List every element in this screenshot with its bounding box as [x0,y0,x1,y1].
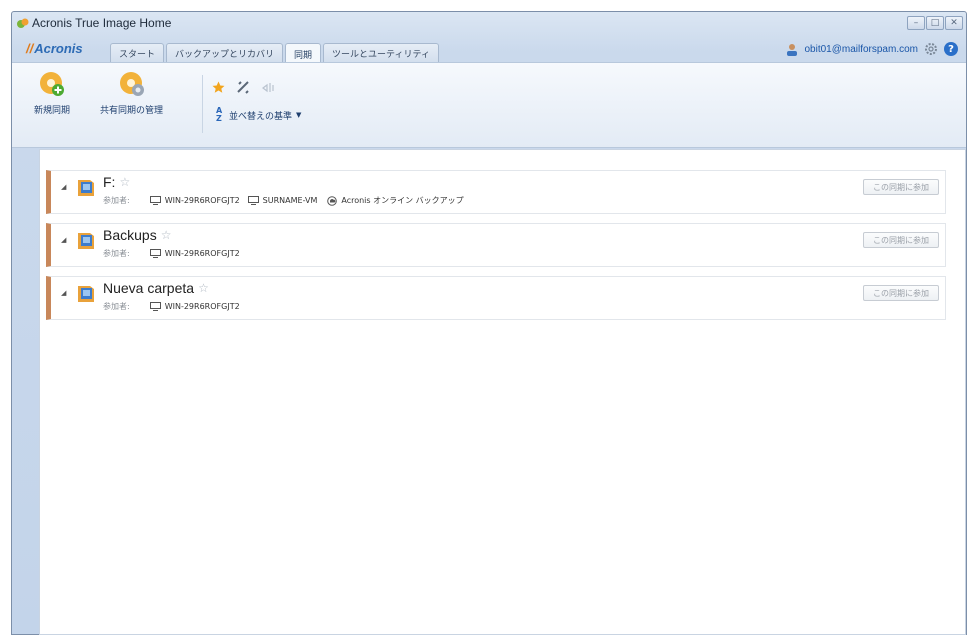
ribbon-small-icons [212,81,275,94]
sync-list: ◢ F: ☆ 参加者: WIN-29R6ROFGJT2 SURNAME-VM Ac… [39,149,966,635]
tab-bar: //Acronis スタート バックアップとリカバリ 同期 ツールとユーティリテ… [12,38,966,64]
ribbon-toolbar: 新規同期 共有同期の管理 AZ 並べ替えの基準 ▼ [12,62,966,148]
tab-sync[interactable]: 同期 [285,43,322,64]
favorite-star-icon[interactable]: ☆ [198,281,209,295]
main-tabs: スタート バックアップとリカバリ 同期 ツールとユーティリティ [110,43,441,64]
sync-item[interactable]: ◢ Backups ☆ 参加者: WIN-29R6ROFGJT2 この同期に参加 [46,223,946,267]
manage-shared-icon [119,72,144,96]
sync-name: Nueva carpeta ☆ [103,280,209,296]
window-controls: – □ ✕ [907,16,963,30]
participants: 参加者: WIN-29R6ROFGJT2 [103,248,240,259]
computer-icon [247,196,259,205]
favorite-star-icon[interactable]: ☆ [161,228,172,242]
participant-name: WIN-29R6ROFGJT2 [164,196,240,205]
new-sync-label: 新規同期 [34,106,71,116]
account-email[interactable]: obit01@mailforspam.com [804,44,918,55]
gear-icon[interactable] [924,42,938,56]
tab-start[interactable]: スタート [110,43,165,63]
sort-button[interactable]: AZ 並べ替えの基準 ▼ [216,107,301,123]
app-window: Acronis True Image Home – □ ✕ //Acronis … [11,11,967,635]
title-bar: Acronis True Image Home – □ ✕ [12,12,966,34]
acronis-logo: //Acronis [26,41,83,56]
computer-icon [149,302,161,311]
maximize-button[interactable]: □ [926,16,944,30]
chevron-down-icon: ▼ [296,111,302,119]
tab-tools-utilities[interactable]: ツールとユーティリティ [323,43,439,63]
collapse-icon[interactable]: ◢ [61,236,66,244]
sync-item[interactable]: ◢ Nueva carpeta ☆ 参加者: WIN-29R6ROFGJT2 この… [46,276,946,320]
account-area: obit01@mailforspam.com ? [786,42,958,56]
participants: 参加者: WIN-29R6ROFGJT2 SURNAME-VM Acronis … [103,195,464,206]
folder-icon [78,180,94,196]
participants: 参加者: WIN-29R6ROFGJT2 [103,301,240,312]
participant-name: WIN-29R6ROFGJT2 [164,249,240,258]
participants-label: 参加者: [103,249,130,258]
tag-icon[interactable] [237,81,250,94]
computer-icon [149,196,161,205]
minimize-button[interactable]: – [907,16,925,30]
join-sync-button[interactable]: この同期に参加 [863,285,939,301]
tab-backup-recovery[interactable]: バックアップとリカバリ [166,43,284,63]
manage-shared-label: 共有同期の管理 [100,106,164,116]
manage-shared-button[interactable]: 共有同期の管理 [100,69,163,116]
folder-icon [78,233,94,249]
join-sync-button[interactable]: この同期に参加 [863,179,939,195]
cloud-icon [327,195,338,206]
app-icon [17,18,29,28]
sync-item[interactable]: ◢ F: ☆ 参加者: WIN-29R6ROFGJT2 SURNAME-VM Ac… [46,170,946,214]
participant-name: Acronis オンライン バックアップ [341,196,464,205]
share-icon[interactable] [262,81,275,94]
new-sync-button[interactable]: 新規同期 [34,69,70,116]
user-icon [787,43,798,56]
sync-name-text: F: [103,174,116,190]
sync-name: F: ☆ [103,174,130,190]
star-icon[interactable] [212,81,225,94]
sync-name-text: Backups [103,227,157,243]
computer-icon [149,249,161,258]
close-button[interactable]: ✕ [945,16,963,30]
sync-name-text: Nueva carpeta [103,280,195,296]
participant-name: WIN-29R6ROFGJT2 [164,302,240,311]
logo-text: Acronis [34,41,83,56]
help-icon[interactable]: ? [944,42,958,56]
ribbon-separator [202,75,203,133]
new-sync-icon [40,72,64,96]
folder-icon [78,286,94,302]
participants-label: 参加者: [103,196,130,205]
join-sync-button[interactable]: この同期に参加 [863,232,939,248]
collapse-icon[interactable]: ◢ [61,289,66,297]
collapse-icon[interactable]: ◢ [61,183,66,191]
favorite-star-icon[interactable]: ☆ [119,175,130,189]
sync-name: Backups ☆ [103,227,171,243]
sort-icon: AZ [216,106,223,123]
participants-label: 参加者: [103,302,130,311]
participant-name: SURNAME-VM [262,196,318,205]
sort-label: 並べ替えの基準 [229,111,293,122]
window-title: Acronis True Image Home [32,16,172,30]
